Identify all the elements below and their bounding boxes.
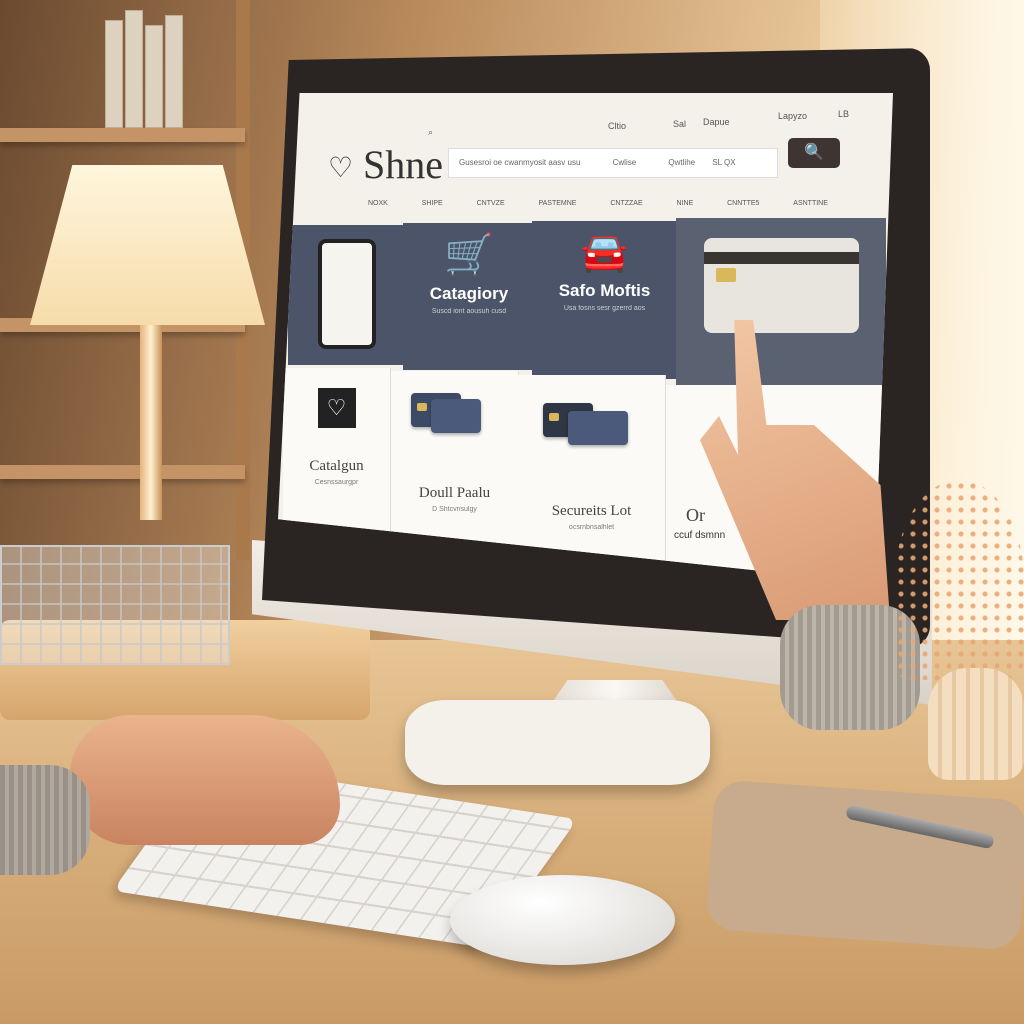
cards-icon xyxy=(391,393,518,463)
shelf-plank xyxy=(0,465,245,479)
tile-title: Doull Paalu xyxy=(418,485,491,501)
magnifier-icon: 🔍 xyxy=(804,144,824,161)
tile-doull[interactable]: Doull Paalu D Shtcvnsulgy xyxy=(391,371,519,546)
nav-item[interactable]: PASTEMNE xyxy=(538,200,576,207)
wire-basket-with-bags xyxy=(0,545,230,665)
nav-bar: NOXK SHIPE CNTVZE PASTEMNE CNTZZAE NINE … xyxy=(368,200,828,207)
tile-subtitle: D Shtcvnsulgy xyxy=(432,506,477,513)
search-filter[interactable]: Cwlise xyxy=(613,158,637,167)
book xyxy=(165,15,183,128)
monitor-stand-base xyxy=(405,700,710,785)
mouse[interactable] xyxy=(450,875,675,965)
logo-heart-icon: ♡ xyxy=(328,152,354,183)
tile-subtitle: Usa fosns sesr gzerrd aos xyxy=(563,305,646,312)
tile-category[interactable]: 🛒 Catagiory Suscd iont aousuh cusd xyxy=(403,223,535,370)
top-link[interactable]: Cltio xyxy=(608,121,626,131)
tile-title: Catagiory xyxy=(429,284,509,303)
tile-subtitle: Cesnssaurgpr xyxy=(314,479,359,486)
top-link[interactable]: LB xyxy=(838,109,849,119)
tile-title: Catalgun xyxy=(309,458,364,474)
top-link[interactable]: Dapue xyxy=(703,117,730,127)
site-logo[interactable]: Shne xyxy=(363,141,443,188)
tile-catalog[interactable]: ♡ Catalgun Cesnssaurgpr xyxy=(283,368,391,533)
notebook xyxy=(705,779,1024,951)
cards-icon xyxy=(518,403,665,473)
tablet-icon xyxy=(318,239,376,349)
cart-icon: 🛒 xyxy=(444,233,494,277)
book xyxy=(125,10,143,128)
top-link-placeholder: ⌕ xyxy=(428,127,434,137)
nav-item[interactable]: NOXK xyxy=(368,200,388,207)
shopping-bag-icon: ♡ xyxy=(317,388,356,428)
tile-secure[interactable]: Secureits Lot ocsrnbnsalhlet xyxy=(518,375,666,565)
nav-item[interactable]: CNTVZE xyxy=(477,200,505,207)
typing-hand xyxy=(70,715,340,845)
top-link[interactable]: Sal xyxy=(673,119,686,129)
book xyxy=(105,20,123,128)
book xyxy=(145,25,163,128)
search-button[interactable]: 🔍 xyxy=(788,138,840,168)
tile-subtitle: Suscd iont aousuh cusd xyxy=(431,308,507,315)
dried-flowers xyxy=(895,480,1024,680)
card-chip xyxy=(715,268,736,282)
search-filter[interactable]: Qwtlihe xyxy=(668,158,695,167)
card-stripe xyxy=(703,252,859,264)
ribbed-vase xyxy=(928,668,1024,780)
nav-item[interactable]: ASNTTINE xyxy=(793,200,828,207)
tile-title: Safo Moftis xyxy=(558,281,651,300)
car-icon: 🚘 xyxy=(580,232,629,274)
search-placeholder: Gusesroi oe cwanmyosit aasv usu xyxy=(459,158,581,167)
tile-safe-methods[interactable]: 🚘 Safo Moftis Usa fosns sesr gzerrd aos xyxy=(532,221,677,379)
search-input[interactable]: Gusesroi oe cwanmyosit aasv usu Cwlise Q… xyxy=(448,148,778,178)
tile-subtitle: ocsrnbnsalhlet xyxy=(568,524,615,531)
shelf-plank xyxy=(0,128,245,142)
nav-item[interactable]: CNTZZAE xyxy=(610,200,642,207)
top-link[interactable]: Lapyzo xyxy=(778,111,807,121)
nav-item[interactable]: SHIPE xyxy=(422,200,443,207)
sweater-sleeve xyxy=(0,765,90,875)
search-filter[interactable]: SL QX xyxy=(712,158,735,167)
lamp-stem xyxy=(140,320,162,520)
credit-card-icon xyxy=(703,238,859,333)
tile-title: Secureits Lot xyxy=(551,503,632,519)
tile-tablet[interactable] xyxy=(288,225,406,365)
nav-item[interactable]: CNNTTE5 xyxy=(727,200,759,207)
tile-credit-card[interactable] xyxy=(676,218,886,386)
nav-item[interactable]: NINE xyxy=(677,200,694,207)
